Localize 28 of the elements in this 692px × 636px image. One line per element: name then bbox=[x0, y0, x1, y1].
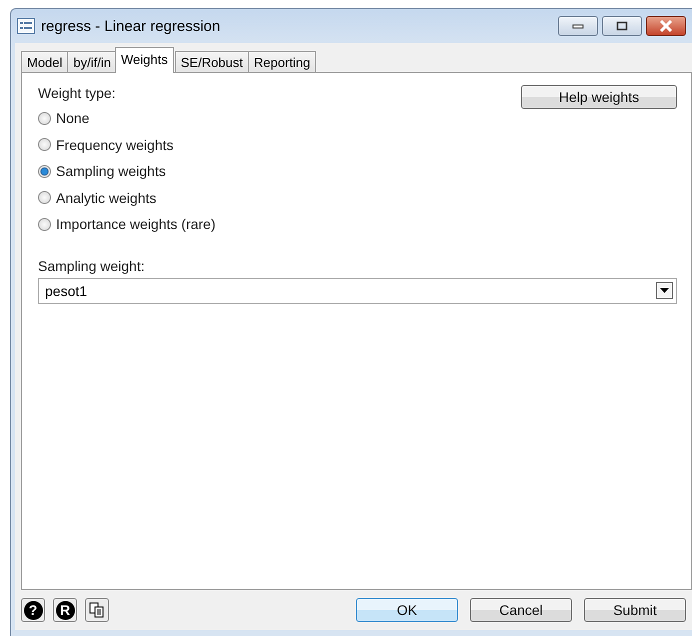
help-weights-button[interactable]: Help weights bbox=[521, 85, 677, 109]
dialog-button[interactable]: Cancel bbox=[470, 598, 572, 622]
minimize-icon bbox=[572, 23, 584, 29]
minimize-button[interactable] bbox=[558, 16, 598, 36]
dialog-button[interactable]: Submit bbox=[584, 598, 686, 622]
radio-option[interactable]: Frequency weights bbox=[38, 132, 216, 158]
maximize-icon bbox=[616, 21, 628, 31]
weight-type-label: Weight type: bbox=[38, 85, 117, 101]
reset-icon[interactable]: R bbox=[53, 598, 77, 622]
close-button[interactable] bbox=[646, 16, 686, 36]
window-title: regress - Linear regression bbox=[41, 18, 220, 34]
sampling-weight-dropdown[interactable]: pesot1 bbox=[38, 278, 677, 304]
help-icon[interactable]: ? bbox=[21, 598, 45, 622]
maximize-button[interactable] bbox=[602, 16, 642, 36]
dialog-icon bbox=[17, 18, 35, 34]
radio-option[interactable]: Sampling weights bbox=[38, 158, 216, 184]
sampling-weight-label: Sampling weight: bbox=[38, 258, 146, 274]
tab[interactable]: Reporting bbox=[248, 51, 316, 73]
tab[interactable]: Weights bbox=[115, 47, 174, 73]
radio-option[interactable]: Importance weights (rare) bbox=[38, 211, 216, 238]
copy-icon[interactable] bbox=[85, 598, 109, 622]
dialog-button[interactable]: OK bbox=[356, 598, 458, 622]
radio-option[interactable]: Analytic weights bbox=[38, 184, 216, 211]
tab[interactable]: SE/Robust bbox=[174, 51, 249, 73]
tab[interactable]: Model bbox=[21, 51, 68, 73]
radio-option[interactable]: None bbox=[38, 105, 216, 132]
tab[interactable]: by/if/in bbox=[67, 51, 117, 73]
close-icon bbox=[659, 20, 673, 32]
